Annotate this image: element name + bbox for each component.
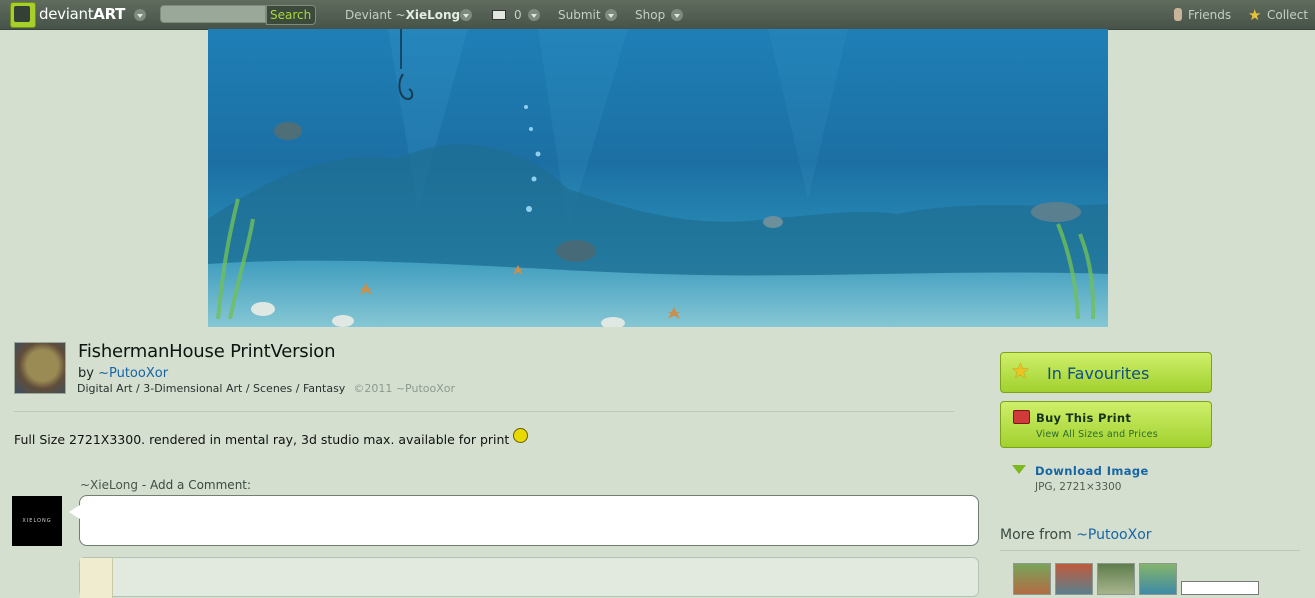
deviant-menu[interactable]: Deviant ~XieLong	[345, 8, 460, 22]
description-text: Full Size 2721X3300. rendered in mental …	[14, 432, 510, 447]
more-from-thumbnail[interactable]	[1097, 563, 1135, 595]
more-from-thumbnail[interactable]	[1139, 563, 1177, 595]
star-icon[interactable]: ★	[1248, 6, 1261, 24]
submit-menu[interactable]: Submit	[558, 8, 601, 22]
add-comment-label: - Add a Comment:	[138, 478, 252, 492]
logo-text-plain: deviant	[39, 5, 94, 23]
divider	[14, 411, 954, 412]
comment-prompt: ~XieLong - Add a Comment:	[80, 478, 251, 492]
author-link[interactable]: ~PutooXor	[98, 366, 168, 381]
deviant-prefix: Deviant ~	[345, 8, 406, 22]
favourites-label: In Favourites	[1047, 364, 1150, 383]
download-file-info: JPG, 2721×3300	[1035, 481, 1122, 493]
more-from-thumbnail[interactable]	[1055, 563, 1093, 595]
more-from-thumbnail[interactable]	[1013, 563, 1051, 595]
buy-print-label: Buy This Print	[1036, 411, 1132, 425]
mail-icon[interactable]	[492, 10, 506, 20]
print-sizes-link: View All Sizes and Prices	[1036, 429, 1158, 440]
by-label: by	[78, 366, 94, 381]
chevron-down-icon[interactable]	[460, 9, 472, 21]
search-button[interactable]: Search	[266, 5, 316, 25]
deviation-title: FishermanHouse PrintVersion	[78, 341, 336, 362]
deviantart-logo-icon[interactable]	[10, 2, 36, 28]
comment-card-thumbnail	[80, 558, 113, 598]
friends-link[interactable]: Friends	[1188, 8, 1231, 22]
commenter-avatar[interactable]: XIELONG	[12, 496, 62, 546]
search-input[interactable]	[160, 5, 266, 23]
deviation-description: Full Size 2721X3300. rendered in mental …	[14, 428, 529, 447]
comment-preview-card	[79, 557, 979, 597]
more-from-author-link[interactable]: ~PutooXor	[1076, 527, 1151, 543]
logo-text-bold: ART	[93, 5, 126, 23]
star-icon: ★	[1011, 359, 1030, 383]
underwater-scene-illustration	[208, 29, 1108, 327]
divider	[1000, 550, 1300, 551]
print-icon	[1013, 410, 1030, 424]
copyright-notice: ©2011 ~PutooXor	[353, 382, 456, 395]
download-arrow-icon[interactable]	[1012, 465, 1026, 474]
comment-box-pointer	[69, 505, 80, 519]
comment-username[interactable]: ~XieLong	[80, 478, 138, 492]
shop-menu[interactable]: Shop	[635, 8, 665, 22]
buy-print-button[interactable]: Buy This Print View All Sizes and Prices	[1000, 401, 1212, 448]
author-byline: by ~PutooXor	[78, 366, 168, 381]
chevron-down-icon[interactable]	[528, 9, 540, 21]
mail-count[interactable]: 0	[514, 8, 522, 22]
chevron-down-icon[interactable]	[605, 9, 617, 21]
friends-icon[interactable]	[1174, 8, 1182, 21]
more-from-heading: More from ~PutooXor	[1000, 527, 1152, 543]
in-favourites-button[interactable]: ★ In Favourites	[1000, 352, 1212, 393]
chevron-down-icon[interactable]	[671, 9, 683, 21]
top-navigation-bar: deviantART Search Deviant ~XieLong 0 Sub…	[0, 0, 1315, 30]
more-from-thumbnail[interactable]	[1181, 581, 1259, 595]
collect-link[interactable]: Collect	[1267, 8, 1308, 22]
deviantart-logo-text[interactable]: deviantART	[39, 5, 125, 23]
deviant-username: XieLong	[405, 8, 461, 22]
category-path[interactable]: Digital Art / 3-Dimensional Art / Scenes…	[77, 382, 345, 395]
more-from-label: More from	[1000, 527, 1072, 543]
chevron-down-icon[interactable]	[134, 9, 146, 21]
deviation-artwork-image[interactable]	[208, 29, 1108, 327]
author-avatar[interactable]	[14, 342, 66, 394]
category-breadcrumb: Digital Art / 3-Dimensional Art / Scenes…	[77, 382, 455, 395]
comment-textarea[interactable]	[79, 495, 979, 546]
smiley-icon	[513, 428, 529, 443]
download-image-link[interactable]: Download Image	[1035, 464, 1149, 478]
